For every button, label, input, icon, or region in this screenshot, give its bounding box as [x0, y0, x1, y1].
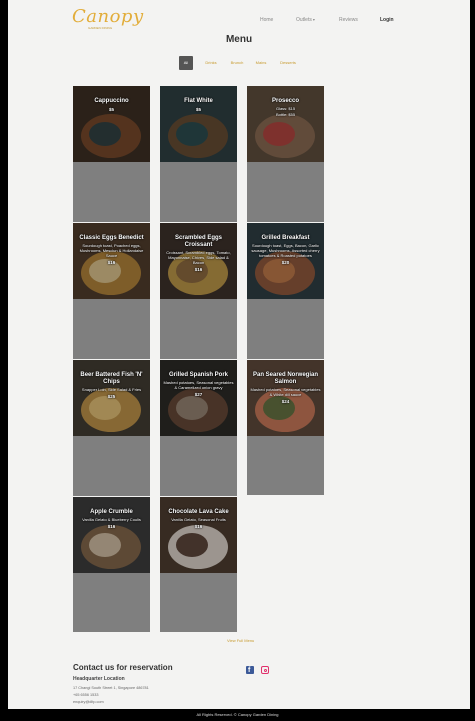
menu-item-title: Cappuccino	[94, 98, 129, 104]
page-title: Menu	[225, 34, 253, 45]
menu-item-title: Flat White	[184, 98, 213, 104]
menu-item-card[interactable]: Grilled Spanish Pork Mashed potatoes, Sea…	[160, 360, 237, 496]
instagram-icon[interactable]	[261, 666, 269, 674]
filter-all-button[interactable]: All	[179, 56, 193, 70]
brand-logo[interactable]: Canopy	[72, 6, 144, 27]
menu-item-description: Mashed potatoes, Seasonal vegetables & W…	[250, 387, 321, 397]
menu-item-card[interactable]: Beer Battered Fish 'N' Chips Snapper Loin…	[73, 360, 150, 496]
nav-login-link[interactable]: Login	[380, 17, 394, 23]
menu-item-card[interactable]: Chocolate Lava Cake Vanilla Gelato, Seaso…	[160, 497, 237, 632]
menu-item-caption: Classic Eggs Benedict Sourdough toast, Po…	[75, 235, 148, 265]
menu-item-description: Glass: $15	[275, 106, 296, 111]
menu-item-caption: Grilled Breakfast Sourdough toast, Eggs, …	[249, 235, 322, 265]
menu-item-card[interactable]: Prosecco Glass: $15 Bottle: $55	[247, 86, 324, 222]
menu-item-title: Grilled Breakfast	[261, 235, 310, 241]
menu-item-price: $5	[195, 107, 201, 112]
menu-item-title: Apple Crumble	[90, 509, 133, 515]
caret-down-icon: ▾	[312, 17, 315, 22]
filter-desserts-button[interactable]: Desserts	[276, 56, 300, 70]
menu-item-caption: Chocolate Lava Cake Vanilla Gelato, Seaso…	[162, 509, 235, 529]
menu-item-description: Vanilla Gelato, Seasonal Fruits	[171, 517, 226, 522]
menu-item-description: Croissant, Scrambled eggs, Tomato, Mayon…	[166, 250, 231, 265]
menu-item-price: $27	[194, 392, 203, 397]
menu-item-caption: Scrambled Eggs Croissant Croissant, Scram…	[162, 235, 235, 272]
menu-item-description: Sourdough toast, Eggs, Bacon, Garlic sau…	[251, 243, 320, 258]
menu-item-description: Bottle: $55	[275, 112, 296, 117]
menu-item-description: Snapper Loin, Side Salad & Fries	[81, 387, 142, 392]
menu-item-price: $24	[281, 399, 290, 404]
menu-item-title: Scrambled Eggs Croissant	[174, 235, 222, 248]
menu-item-title: Chocolate Lava Cake	[168, 509, 229, 515]
menu-item-title: Prosecco	[271, 98, 299, 104]
nav-outlets-dropdown[interactable]: Outlets▾	[296, 17, 315, 23]
menu-item-caption: Prosecco Glass: $15 Bottle: $55	[249, 98, 322, 117]
page: Canopy GARDEN DINING Home Outlets▾ Revie…	[8, 0, 470, 709]
menu-item-caption: Flat White $5	[162, 98, 235, 112]
menu-item-card[interactable]: Flat White $5	[160, 86, 237, 222]
hq-label: Headquarter Location	[73, 676, 125, 682]
menu-item-price: $5	[108, 107, 114, 112]
menu-item-description: Mashed potatoes, Seasonal vegetables & C…	[163, 380, 234, 390]
contact-title: Contact us for reservation	[73, 663, 173, 672]
menu-item-caption: Cappuccino $5	[75, 98, 148, 112]
menu-item-caption: Apple Crumble Vanilla Gelato & Blueberry …	[75, 509, 148, 529]
filter-brunch-button[interactable]: Brunch	[226, 56, 248, 70]
filter-drinks-button[interactable]: Drinks	[200, 56, 222, 70]
filter-mains-button[interactable]: Mains	[252, 56, 270, 70]
menu-item-caption: Beer Battered Fish 'N' Chips Snapper Loin…	[75, 372, 148, 399]
menu-item-price: $16	[107, 260, 116, 265]
nav-reviews-link[interactable]: Reviews	[339, 17, 358, 23]
menu-item-title: Grilled Spanish Pork	[168, 372, 228, 378]
menu-item-card[interactable]: Grilled Breakfast Sourdough toast, Eggs, …	[247, 223, 324, 359]
menu-item-card[interactable]: Apple Crumble Vanilla Gelato & Blueberry …	[73, 497, 150, 632]
menu-item-title: Pan Seared Norwegian Salmon	[252, 372, 319, 385]
menu-item-title: Beer Battered Fish 'N' Chips	[80, 372, 143, 385]
menu-item-card[interactable]: Scrambled Eggs Croissant Croissant, Scram…	[160, 223, 237, 359]
menu-item-card[interactable]: Cappuccino $5	[73, 86, 150, 222]
menu-item-card[interactable]: Classic Eggs Benedict Sourdough toast, Po…	[73, 223, 150, 359]
menu-item-price: $20	[281, 260, 290, 265]
menu-item-price: $25	[107, 394, 116, 399]
menu-item-price: $16	[194, 524, 203, 529]
menu-item-description: Sourdough toast, Poached eggs, Mushrooms…	[79, 243, 144, 258]
view-full-menu-link[interactable]: View Full Menu	[227, 638, 254, 643]
nav-home-link[interactable]: Home	[260, 17, 273, 23]
address-text: 17 Changi South Street 1, Singapore 4867…	[73, 686, 149, 690]
email-text[interactable]: enquiry@dltp.com	[73, 700, 104, 704]
facebook-icon[interactable]: f	[246, 666, 254, 674]
brand-tagline: GARDEN DINING	[88, 26, 113, 30]
nav-outlets-label: Outlets	[296, 17, 312, 23]
menu-item-price: $16	[194, 267, 203, 272]
footer-copyright: All Rights Reserved. © Canopy Garden Din…	[0, 709, 475, 721]
menu-item-caption: Pan Seared Norwegian Salmon Mashed potato…	[249, 372, 322, 404]
menu-item-card[interactable]: Pan Seared Norwegian Salmon Mashed potato…	[247, 360, 324, 495]
menu-item-description: Vanilla Gelato & Blueberry Coulis	[82, 517, 141, 522]
phone-text: +65 6556 1533	[73, 693, 99, 697]
menu-item-caption: Grilled Spanish Pork Mashed potatoes, Sea…	[162, 372, 235, 397]
menu-item-title: Classic Eggs Benedict	[79, 235, 144, 241]
menu-item-price: $16	[107, 524, 116, 529]
